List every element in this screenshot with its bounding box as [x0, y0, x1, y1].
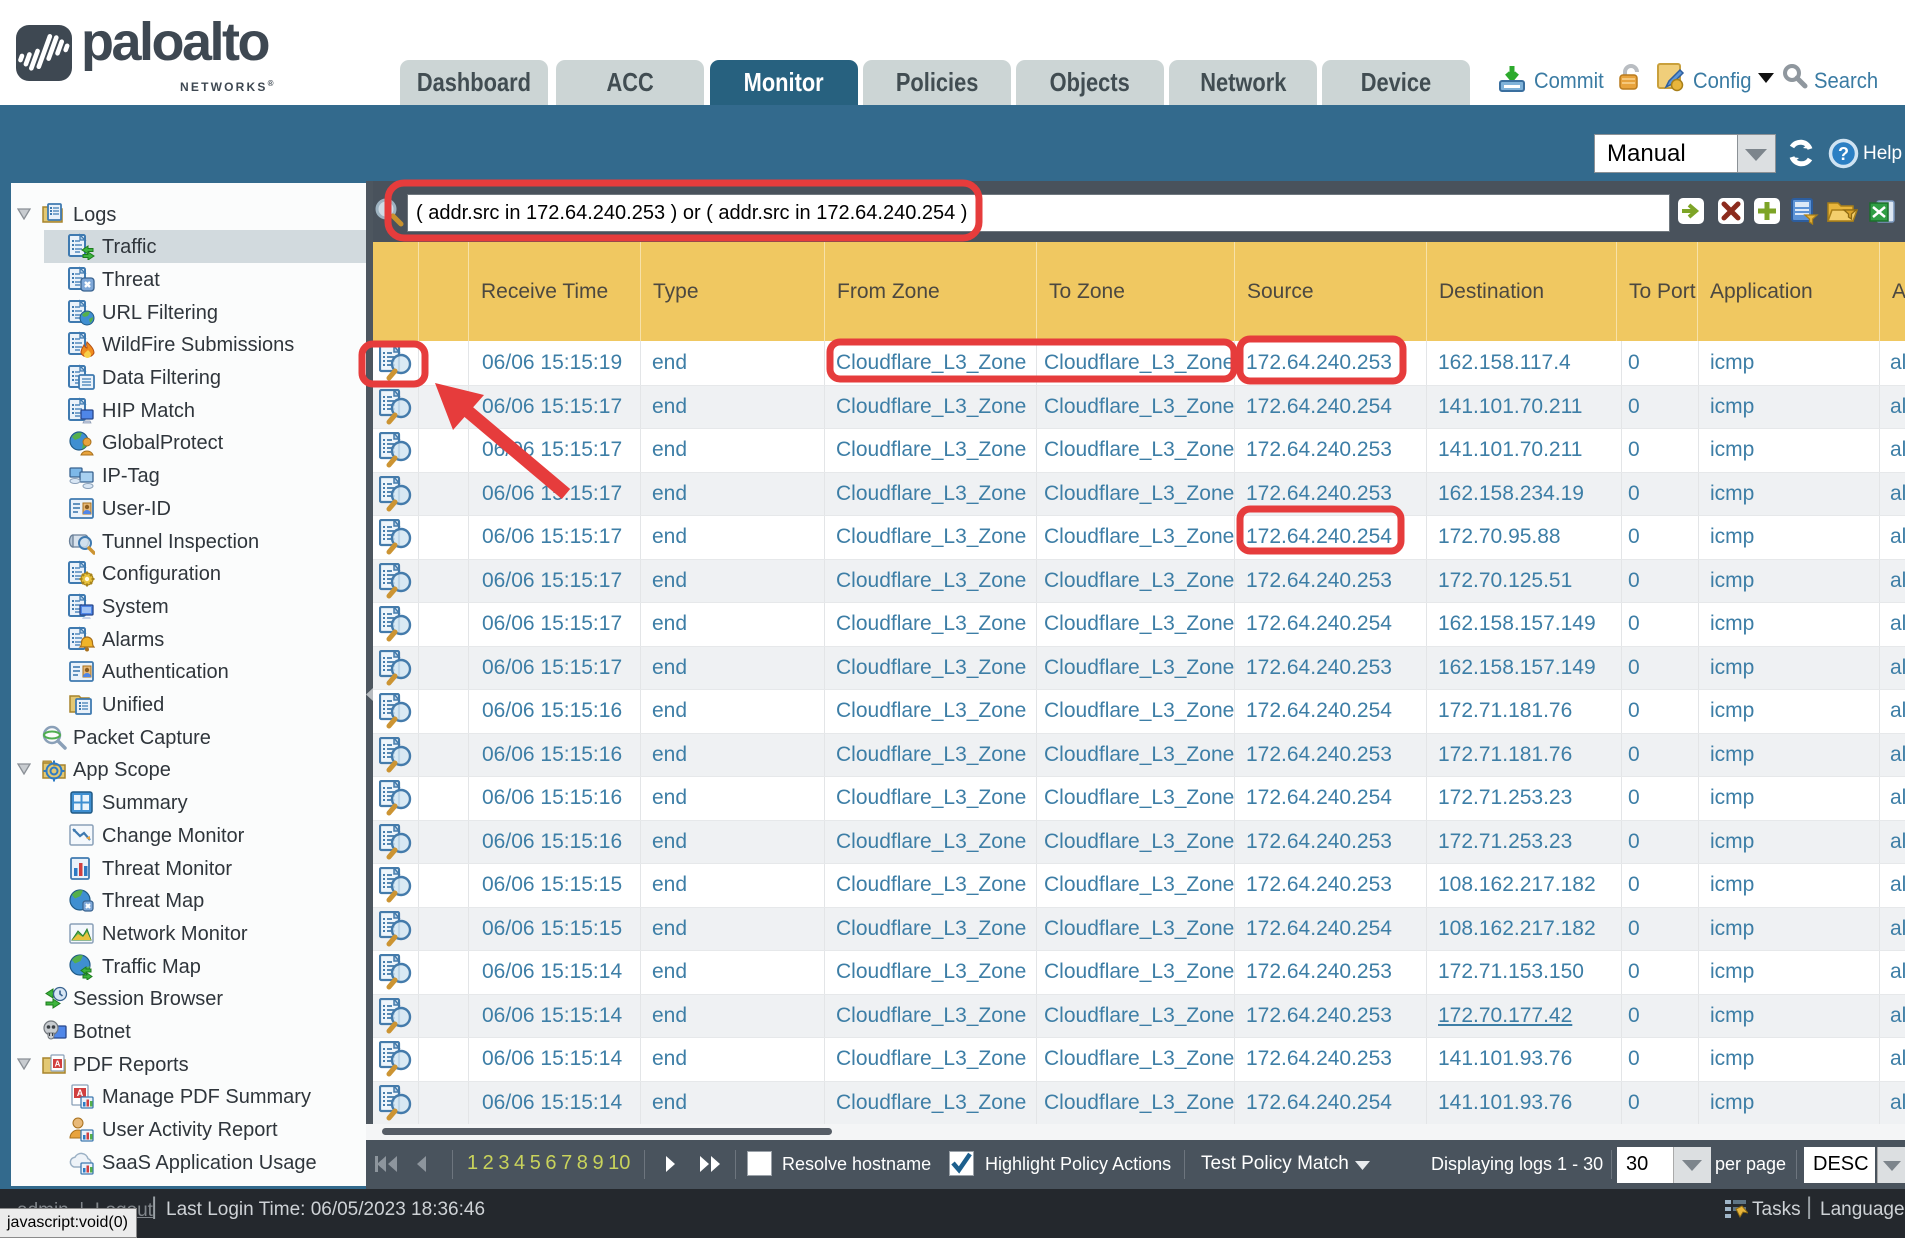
svg-text:A: A [55, 1059, 61, 1068]
svg-text:?: ? [1838, 144, 1849, 164]
